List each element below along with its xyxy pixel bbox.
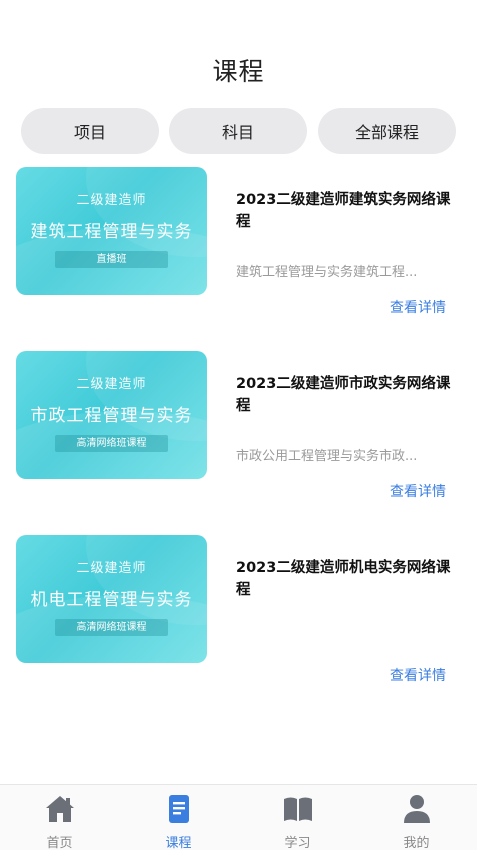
tab-label: 学习 [284, 836, 311, 850]
bottom-tab-bar: 首页 课程 学习 我的 [0, 784, 477, 850]
thumbnail-tag: 高清网络班课程 [55, 435, 168, 452]
course-card[interactable]: 二级建造师 市政工程管理与实务 高清网络班课程 2023二级建造师市政实务网络课… [16, 351, 456, 500]
book-icon [284, 797, 312, 821]
user-icon [404, 795, 430, 823]
course-card[interactable]: 二级建造师 机电工程管理与实务 高清网络班课程 2023二级建造师机电实务网络课… [16, 535, 456, 684]
home-icon [46, 796, 74, 822]
view-details-link[interactable]: 查看详情 [390, 297, 446, 317]
course-title[interactable]: 2023二级建造师机电实务网络课程 [236, 557, 454, 601]
tab-mine[interactable]: 我的 [357, 785, 476, 850]
page-title: 课程 [212, 57, 265, 86]
tab-label: 课程 [165, 836, 192, 850]
tab-label: 首页 [46, 836, 73, 850]
view-details-link[interactable]: 查看详情 [390, 481, 446, 501]
project-filter-button[interactable]: 项目 [21, 108, 159, 154]
document-icon [169, 795, 189, 823]
view-details-link[interactable]: 查看详情 [390, 665, 446, 685]
tab-home[interactable]: 首页 [0, 785, 119, 850]
course-card[interactable]: 二级建造师 建筑工程管理与实务 直播班 2023二级建造师建筑实务网络课程 建筑… [16, 167, 456, 316]
course-thumbnail[interactable]: 二级建造师 市政工程管理与实务 高清网络班课程 [16, 351, 207, 479]
tab-study[interactable]: 学习 [238, 785, 357, 850]
thumbnail-title: 建筑工程管理与实务 [30, 222, 193, 242]
thumbnail-title: 市政工程管理与实务 [30, 406, 193, 426]
tab-courses[interactable]: 课程 [119, 785, 238, 850]
course-title[interactable]: 2023二级建造师市政实务网络课程 [236, 373, 454, 417]
course-thumbnail[interactable]: 二级建造师 建筑工程管理与实务 直播班 [16, 167, 207, 295]
course-description: 市政公用工程管理与实务市政... [236, 449, 418, 464]
course-description: 建筑工程管理与实务建筑工程... [236, 265, 418, 280]
tab-label: 我的 [403, 836, 430, 850]
course-thumbnail[interactable]: 二级建造师 机电工程管理与实务 高清网络班课程 [16, 535, 207, 663]
thumbnail-supertitle: 二级建造师 [76, 193, 147, 208]
thumbnail-supertitle: 二级建造师 [76, 377, 147, 392]
thumbnail-title: 机电工程管理与实务 [30, 590, 193, 610]
course-title[interactable]: 2023二级建造师建筑实务网络课程 [236, 189, 454, 233]
subject-filter-button[interactable]: 科目 [169, 108, 307, 154]
thumbnail-tag: 高清网络班课程 [55, 619, 168, 636]
filter-bar: 项目 科目 全部课程 [21, 108, 456, 154]
thumbnail-tag: 直播班 [55, 251, 168, 268]
thumbnail-supertitle: 二级建造师 [76, 561, 147, 576]
all-courses-filter-button[interactable]: 全部课程 [318, 108, 456, 154]
